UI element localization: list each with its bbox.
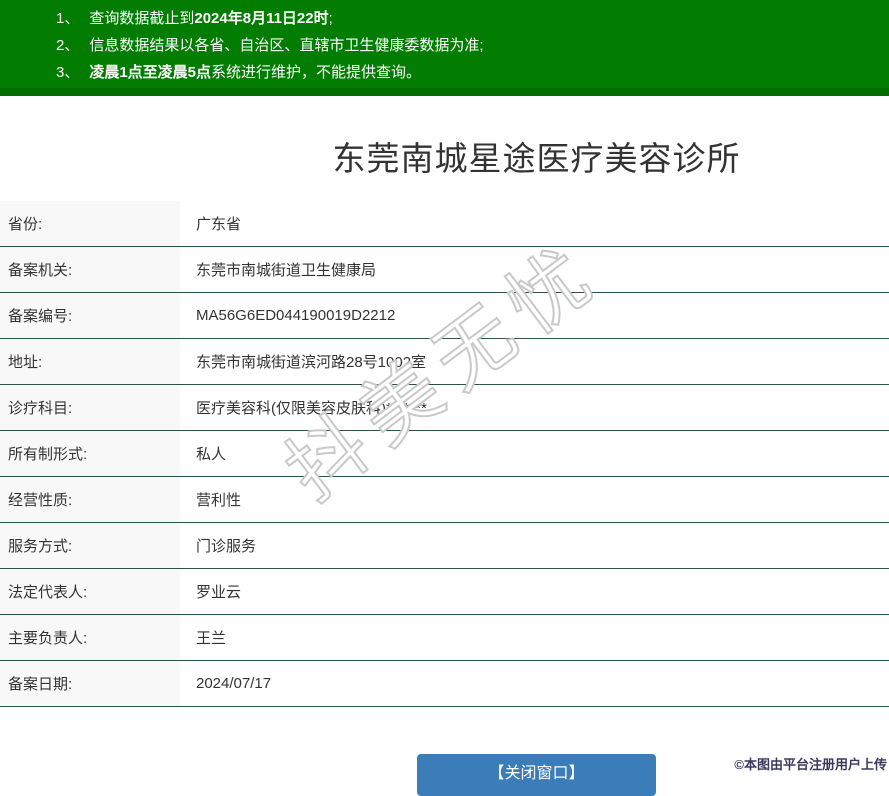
row-value: 私人 xyxy=(196,446,227,463)
page-title: 东莞南城星途医疗美容诊所 xyxy=(332,140,741,177)
row-label: 法定代表人: xyxy=(0,569,180,614)
notice-line-1-suffix: ; xyxy=(328,10,333,27)
row-label: 省份: xyxy=(0,201,180,246)
notice-line-3-suffix: 系统进行维护，不能提供查询。 xyxy=(211,64,422,81)
row-label: 诊疗科目: xyxy=(0,385,180,430)
row-value: MA56G6ED044190019D2212 xyxy=(196,307,396,324)
table-row: 省份: 广东省 xyxy=(0,201,889,247)
notice-line-3-bold: 凌晨1点至凌晨5点 xyxy=(89,64,212,81)
row-label: 主要负责人: xyxy=(0,615,180,660)
notice-line-3: 3、 凌晨1点至凌晨5点系统进行维护，不能提供查询。 xyxy=(0,59,889,86)
table-row: 服务方式: 门诊服务 xyxy=(0,523,889,569)
table-row: 备案机关: 东莞市南城街道卫生健康局 xyxy=(0,247,889,293)
notice-line-1: 1、 查询数据截止到2024年8月11日22时; xyxy=(0,5,889,32)
notice-line-1-text: 查询数据截止到 xyxy=(89,10,195,27)
close-window-button[interactable]: 【关闭窗口】 xyxy=(417,754,656,796)
row-value: 东莞市南城街道卫生健康局 xyxy=(196,262,377,279)
row-value: 营利性 xyxy=(196,492,242,509)
table-row: 地址: 东莞市南城街道滨河路28号1002室 xyxy=(0,339,889,385)
row-label: 备案编号: xyxy=(0,293,180,338)
table-row: 备案日期: 2024/07/17 xyxy=(0,661,889,707)
table-row: 经营性质: 营利性 xyxy=(0,477,889,523)
table-row: 所有制形式: 私人 xyxy=(0,431,889,477)
notice-line-2-text: 信息数据结果以各省、自治区、直辖市卫生健康委数据为准; xyxy=(89,37,484,54)
upload-credit-watermark: ©本图由平台注册用户上传 xyxy=(734,757,887,772)
row-label: 备案机关: xyxy=(0,247,180,292)
notice-line-1-number: 1、 xyxy=(56,10,80,27)
row-value: 东莞市南城街道滨河路28号1002室 xyxy=(196,354,427,371)
table-row: 法定代表人: 罗业云 xyxy=(0,569,889,615)
row-value: 门诊服务 xyxy=(196,538,257,555)
row-label: 经营性质: xyxy=(0,477,180,522)
row-label: 服务方式: xyxy=(0,523,180,568)
row-value: 广东省 xyxy=(196,216,242,233)
notice-line-2: 2、 信息数据结果以各省、自治区、直辖市卫生健康委数据为准; xyxy=(0,32,889,59)
main-content: 东莞南城星途医疗美容诊所 省份: 广东省 备案机关: 东莞市南城街道卫生健康局 … xyxy=(0,132,889,796)
table-row: 备案编号: MA56G6ED044190019D2212 xyxy=(0,293,889,339)
table-row: 主要负责人: 王兰 xyxy=(0,615,889,661)
notice-bar: 1、 查询数据截止到2024年8月11日22时; 2、 信息数据结果以各省、自治区、… xyxy=(0,0,889,96)
row-value: 2024/07/17 xyxy=(196,675,272,692)
notice-line-2-number: 2、 xyxy=(56,37,80,54)
row-label: 所有制形式: xyxy=(0,431,180,476)
row-label: 地址: xyxy=(0,339,180,384)
row-label: 备案日期: xyxy=(0,661,180,706)
registration-info-table: 省份: 广东省 备案机关: 东莞市南城街道卫生健康局 备案编号: MA56G6E… xyxy=(0,201,889,707)
row-value: 罗业云 xyxy=(196,584,242,601)
row-value: 王兰 xyxy=(196,630,227,647)
row-value: 医疗美容科(仅限美容皮肤科)******* xyxy=(196,400,427,417)
notice-line-3-number: 3、 xyxy=(56,64,80,81)
table-row: 诊疗科目: 医疗美容科(仅限美容皮肤科)******* xyxy=(0,385,889,431)
notice-line-1-bold: 2024年8月11日22时 xyxy=(194,10,329,27)
